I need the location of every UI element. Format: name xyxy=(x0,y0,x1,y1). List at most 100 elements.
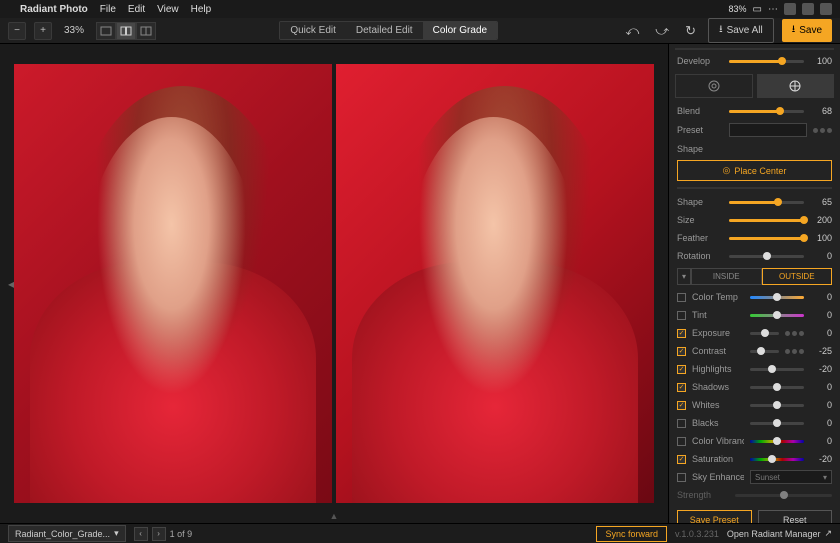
tab-detailed-edit[interactable]: Detailed Edit xyxy=(346,22,423,39)
status-bar: Radiant_Color_Grade...▾ ‹ › 1 of 9 Sync … xyxy=(0,523,840,543)
undo-button[interactable]: ⤺ xyxy=(621,23,643,39)
size-label: Size xyxy=(677,215,723,225)
region-collapse-toggle[interactable]: ▾ xyxy=(677,268,691,285)
highlights-checkbox[interactable]: ✓ xyxy=(677,365,686,374)
exposure-checkbox[interactable]: ✓ xyxy=(677,329,686,338)
color-temp-label: Color Temp xyxy=(692,292,744,302)
blend-value: 68 xyxy=(810,106,832,116)
save-button[interactable]: ⭳Save xyxy=(782,19,832,42)
tint-label: Tint xyxy=(692,310,744,320)
whites-checkbox[interactable]: ✓ xyxy=(677,401,686,410)
histogram[interactable] xyxy=(675,48,834,50)
sky-enhance-checkbox[interactable] xyxy=(677,473,686,482)
blacks-slider[interactable] xyxy=(750,422,804,425)
download-icon: ⭳ xyxy=(719,22,723,39)
save-all-button[interactable]: ⭳Save All xyxy=(708,18,774,43)
saturation-checkbox[interactable]: ✓ xyxy=(677,455,686,464)
before-image[interactable] xyxy=(14,64,332,503)
contrast-stepper[interactable] xyxy=(785,349,804,354)
shape-label: Shape xyxy=(677,197,723,207)
view-single-button[interactable] xyxy=(96,22,116,40)
menu-file[interactable]: File xyxy=(100,4,116,15)
menu-view[interactable]: View xyxy=(157,4,179,15)
preset-pager[interactable] xyxy=(813,128,832,133)
color-temp-value: 0 xyxy=(810,292,832,302)
zoom-level[interactable]: 33% xyxy=(60,25,88,36)
menubar-overflow-icon[interactable]: ⋯ xyxy=(768,4,778,15)
view-split-button[interactable] xyxy=(116,22,136,40)
local-adjust-tab[interactable] xyxy=(757,74,835,98)
open-manager-link[interactable]: Open Radiant Manager ↗ xyxy=(727,528,832,539)
menubar-extra-1-icon[interactable] xyxy=(784,3,796,15)
vibrance-slider[interactable] xyxy=(750,440,804,443)
reset-button[interactable]: ↻ xyxy=(681,23,700,39)
tint-slider[interactable] xyxy=(750,314,804,317)
shape-slider[interactable] xyxy=(729,201,804,204)
size-slider[interactable] xyxy=(729,219,804,222)
develop-slider[interactable] xyxy=(729,60,804,63)
menubar-extra-3-icon[interactable] xyxy=(820,3,832,15)
filmstrip-toggle[interactable]: ▲ xyxy=(330,511,339,521)
pager-next-button[interactable]: › xyxy=(152,527,166,541)
preset-select[interactable] xyxy=(729,123,807,137)
feather-label: Feather xyxy=(677,233,723,243)
save-preset-button[interactable]: Save Preset xyxy=(677,510,752,523)
exposure-label: Exposure xyxy=(692,328,744,338)
zoom-out-button[interactable]: − xyxy=(8,22,26,40)
tab-inside[interactable]: INSIDE xyxy=(691,268,762,285)
preset-label: Preset xyxy=(677,125,723,135)
color-temp-checkbox[interactable] xyxy=(677,293,686,302)
tint-checkbox[interactable] xyxy=(677,311,686,320)
shadows-checkbox[interactable]: ✓ xyxy=(677,383,686,392)
shape-value: 65 xyxy=(810,197,832,207)
vibrance-checkbox[interactable] xyxy=(677,437,686,446)
chevron-down-icon: ▾ xyxy=(823,473,827,482)
global-adjust-tab[interactable] xyxy=(675,74,753,98)
pager-prev-button[interactable]: ‹ xyxy=(134,527,148,541)
target-icon: ◎ xyxy=(723,165,731,176)
feather-slider[interactable] xyxy=(729,237,804,240)
tab-outside[interactable]: OUTSIDE xyxy=(762,268,833,285)
redo-button[interactable]: ⤻ xyxy=(651,23,673,39)
blacks-value: 0 xyxy=(810,418,832,428)
color-temp-slider[interactable] xyxy=(750,296,804,299)
after-image[interactable] xyxy=(336,64,654,503)
reset-adjustments-button[interactable]: Reset xyxy=(758,510,833,523)
shape-header-label: Shape xyxy=(677,144,723,154)
compare-view[interactable] xyxy=(0,44,668,523)
contrast-slider[interactable] xyxy=(750,350,779,353)
exposure-stepper[interactable] xyxy=(785,331,804,336)
contrast-value: -25 xyxy=(810,346,832,356)
saturation-slider[interactable] xyxy=(750,458,804,461)
exposure-value: 0 xyxy=(810,328,832,338)
tab-quick-edit[interactable]: Quick Edit xyxy=(280,22,346,39)
strength-slider[interactable] xyxy=(735,494,832,497)
blend-slider[interactable] xyxy=(729,110,804,113)
whites-slider[interactable] xyxy=(750,404,804,407)
app-name[interactable]: Radiant Photo xyxy=(20,4,88,15)
menu-edit[interactable]: Edit xyxy=(128,4,145,15)
rotation-label: Rotation xyxy=(677,251,723,261)
blend-label: Blend xyxy=(677,106,723,116)
zoom-in-button[interactable]: + xyxy=(34,22,52,40)
view-overlay-button[interactable] xyxy=(136,22,156,40)
tab-color-grade[interactable]: Color Grade xyxy=(423,22,497,39)
download-icon: ⭳ xyxy=(792,22,796,39)
develop-label: Develop xyxy=(677,56,723,66)
menu-help[interactable]: Help xyxy=(191,4,212,15)
contrast-checkbox[interactable]: ✓ xyxy=(677,347,686,356)
battery-icon[interactable]: ▭ xyxy=(753,4,762,15)
shape-preview[interactable] xyxy=(677,187,832,189)
shadows-label: Shadows xyxy=(692,382,744,392)
shadows-slider[interactable] xyxy=(750,386,804,389)
view-mode-segment xyxy=(96,22,156,40)
blacks-checkbox[interactable] xyxy=(677,419,686,428)
sync-forward-button[interactable]: Sync forward xyxy=(596,526,667,542)
sky-enhance-select[interactable]: Sunset▾ xyxy=(750,470,832,484)
preset-dropdown[interactable]: Radiant_Color_Grade...▾ xyxy=(8,525,126,542)
highlights-slider[interactable] xyxy=(750,368,804,371)
menubar-extra-2-icon[interactable] xyxy=(802,3,814,15)
exposure-slider[interactable] xyxy=(750,332,779,335)
place-center-button[interactable]: ◎ Place Center xyxy=(677,160,832,181)
rotation-slider[interactable] xyxy=(729,255,804,258)
